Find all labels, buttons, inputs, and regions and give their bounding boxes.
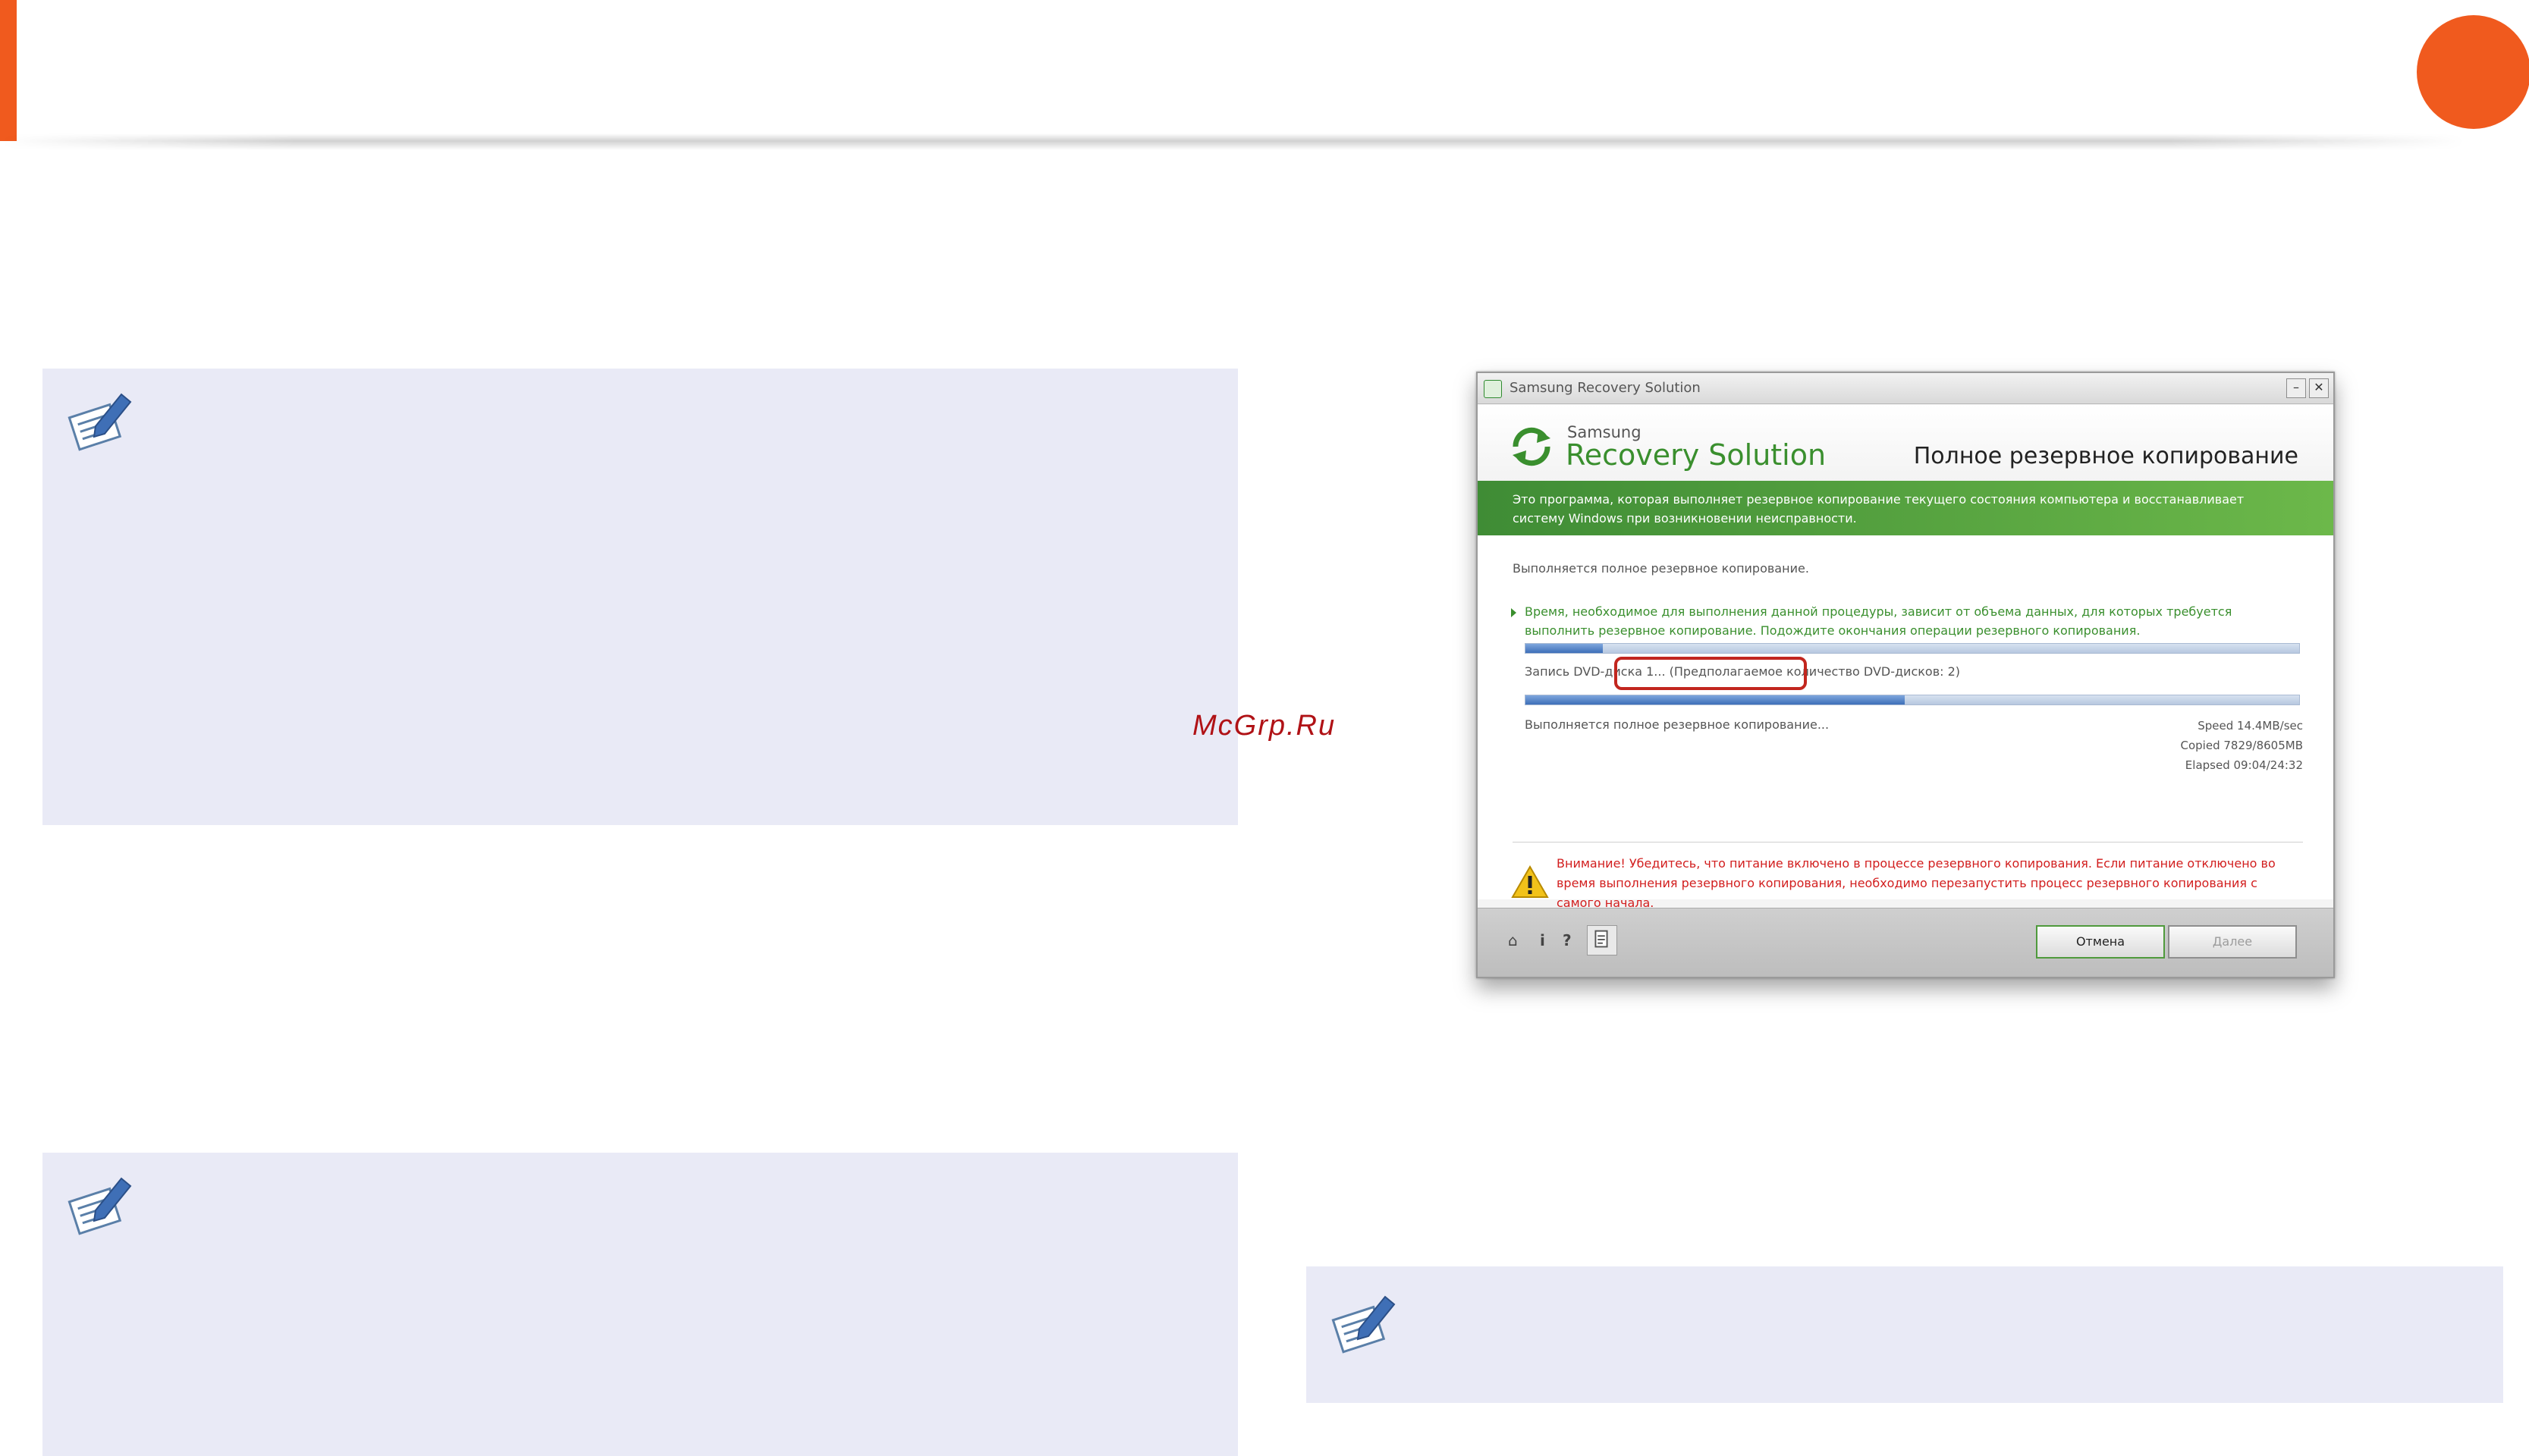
info-arrow-icon bbox=[1511, 608, 1516, 617]
close-button[interactable]: ✕ bbox=[2309, 378, 2329, 398]
page-marker-circle bbox=[2417, 15, 2529, 129]
warning-icon bbox=[1511, 864, 1549, 898]
working-text: Выполняется полное резервное копирование… bbox=[1525, 717, 1830, 732]
dvd-progress-fill bbox=[1525, 695, 1905, 704]
speed-text: Speed 14.4MB/sec bbox=[2198, 719, 2303, 733]
app-banner: Samsung Recovery Solution Полное резервн… bbox=[1478, 405, 2333, 481]
next-button[interactable]: Далее bbox=[2168, 925, 2297, 959]
help-icon[interactable]: ? bbox=[1563, 931, 1572, 949]
note-box-bottom-right bbox=[1306, 1266, 2503, 1403]
document-icon bbox=[1594, 930, 1608, 948]
content-area: Выполняется полное резервное копирование… bbox=[1478, 535, 2333, 910]
cancel-button[interactable]: Отмена bbox=[2036, 925, 2165, 959]
watermark: McGrp.Ru bbox=[1192, 710, 1337, 742]
document-button[interactable] bbox=[1587, 925, 1617, 956]
transfer-stats: Speed 14.4MB/sec Copied 7829/8605MB Elap… bbox=[2181, 716, 2304, 775]
minimize-button[interactable]: – bbox=[2286, 378, 2306, 398]
highlight-annotation bbox=[1614, 657, 1807, 690]
elapsed-text: Elapsed 09:04/24:32 bbox=[2185, 758, 2303, 772]
recovery-logo-icon bbox=[1513, 427, 1550, 466]
window-footer: ⌂ i ? Отмена Далее bbox=[1478, 908, 2333, 977]
warning-text: Внимание! Убедитесь, что питание включен… bbox=[1557, 856, 2276, 910]
divider bbox=[1513, 842, 2303, 843]
home-icon[interactable]: ⌂ bbox=[1508, 931, 1518, 949]
accent-bar bbox=[0, 0, 17, 141]
dvd-progress-bar bbox=[1525, 695, 2300, 705]
app-icon bbox=[1484, 380, 1502, 398]
brand-recovery-solution: Recovery Solution bbox=[1566, 438, 1827, 472]
note-box-top-left bbox=[42, 369, 1238, 825]
info-text: Время, необходимое для выполнения данной… bbox=[1525, 604, 2232, 638]
window-titlebar: Samsung Recovery Solution – ✕ bbox=[1478, 373, 2333, 404]
overall-progress-bar bbox=[1525, 643, 2300, 654]
window-title: Samsung Recovery Solution bbox=[1510, 380, 1701, 396]
note-pencil-icon bbox=[68, 393, 132, 451]
recovery-solution-window: Samsung Recovery Solution – ✕ Samsung Re… bbox=[1476, 372, 2335, 978]
header-divider bbox=[0, 133, 2465, 150]
status-text: Выполняется полное резервное копирование… bbox=[1513, 561, 1809, 576]
note-box-bottom-left bbox=[42, 1153, 1238, 1456]
info-icon[interactable]: i bbox=[1540, 931, 1545, 949]
copied-text: Copied 7829/8605MB bbox=[2180, 739, 2304, 752]
description-text: Это программа, которая выполняет резервн… bbox=[1513, 492, 2245, 526]
overall-progress-fill bbox=[1525, 644, 1603, 653]
note-pencil-icon bbox=[1331, 1295, 1396, 1354]
note-pencil-icon bbox=[68, 1177, 132, 1235]
description-strip: Это программа, которая выполняет резервн… bbox=[1478, 481, 2333, 535]
section-title: Полное резервное копирование bbox=[1913, 443, 2298, 469]
